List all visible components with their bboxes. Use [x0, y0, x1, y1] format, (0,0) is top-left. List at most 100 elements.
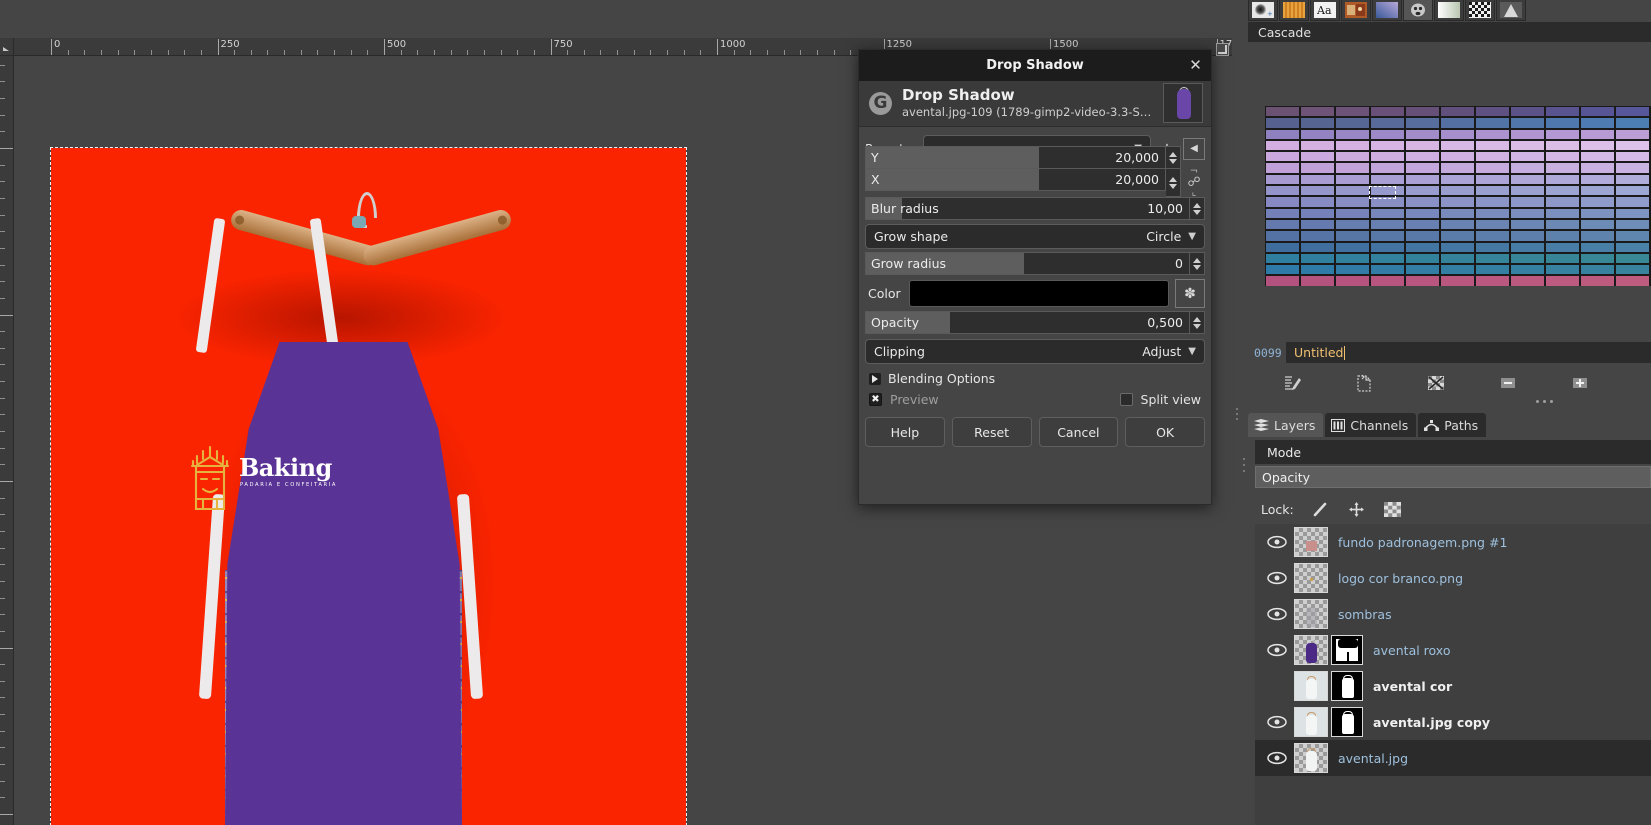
palette-color-cell[interactable]	[1510, 117, 1545, 129]
palette-color-cell[interactable]	[1300, 117, 1335, 129]
palette-color-cell[interactable]	[1475, 230, 1510, 242]
split-view-checkbox[interactable]	[1119, 393, 1133, 406]
palette-color-cell[interactable]	[1615, 196, 1650, 208]
blending-options-expander[interactable]: Blending Options	[865, 367, 1205, 388]
palette-color-cell[interactable]	[1440, 264, 1475, 276]
palette-panel[interactable]	[1248, 44, 1651, 338]
xy-chain-link[interactable]: ¬ ☍ ⌞	[1183, 167, 1205, 198]
tab-layers[interactable]: Layers	[1248, 413, 1324, 437]
palette-color-cell[interactable]	[1440, 252, 1475, 265]
palette-color-cell[interactable]	[1335, 218, 1370, 231]
palette-color-cell[interactable]	[1475, 218, 1510, 231]
layer-visibility-eye-icon[interactable]	[1260, 751, 1294, 765]
eyedropper-icon[interactable]: ✽	[1175, 279, 1205, 308]
palette-color-cell[interactable]	[1510, 241, 1545, 253]
palette-color-cell[interactable]	[1335, 128, 1370, 140]
x-slider[interactable]: X 20,000	[865, 168, 1166, 191]
palette-color-cell[interactable]	[1475, 275, 1510, 286]
palette-color-cell[interactable]	[1510, 139, 1545, 152]
palette-color-cell[interactable]	[1545, 162, 1580, 174]
palette-color-cell[interactable]	[1370, 275, 1405, 286]
palette-color-cell[interactable]	[1370, 241, 1405, 253]
palette-color-cell[interactable]	[1615, 185, 1650, 197]
layer-visibility-eye-icon[interactable]	[1260, 535, 1294, 549]
palette-color-grid[interactable]	[1265, 106, 1651, 286]
palette-color-cell[interactable]	[1265, 230, 1300, 242]
vertical-ruler[interactable]	[0, 56, 14, 825]
palette-color-cell[interactable]	[1265, 106, 1300, 118]
move-cross-icon[interactable]	[1348, 500, 1366, 518]
brushes-tab[interactable]: +	[1248, 0, 1278, 21]
palette-color-cell[interactable]	[1475, 151, 1510, 163]
palette-color-cell[interactable]	[1475, 252, 1510, 265]
palette-color-cell[interactable]	[1545, 117, 1580, 129]
tab-paths[interactable]: Paths	[1418, 413, 1487, 437]
brush-stroke-icon[interactable]	[1312, 500, 1330, 518]
palette-color-cell[interactable]	[1335, 252, 1370, 265]
palette-color-cell[interactable]	[1580, 241, 1615, 253]
layer-row[interactable]: logo cor branco.png	[1255, 560, 1651, 596]
palette-color-cell[interactable]	[1370, 252, 1405, 265]
palette-color-cell[interactable]	[1405, 117, 1440, 129]
palette-color-cell[interactable]	[1265, 196, 1300, 208]
palette-color-cell[interactable]	[1440, 106, 1475, 118]
palette-color-cell[interactable]	[1405, 173, 1440, 186]
palette-color-cell[interactable]	[1510, 173, 1545, 186]
palette-color-cell[interactable]	[1510, 128, 1545, 140]
palette-color-cell[interactable]	[1545, 151, 1580, 163]
palette-color-cell[interactable]	[1615, 106, 1650, 118]
preset-menu-icon[interactable]: ◀	[1183, 137, 1205, 160]
palette-color-cell[interactable]	[1370, 264, 1405, 276]
blend-mode-row[interactable]: Mode	[1255, 440, 1651, 464]
layer-list[interactable]: fundo padronagem.png #1 logo cor branco.p…	[1255, 524, 1651, 825]
palette-color-cell[interactable]	[1405, 207, 1440, 219]
palette-color-cell[interactable]	[1265, 207, 1300, 219]
palette-color-cell[interactable]	[1440, 218, 1475, 231]
palette-color-cell[interactable]	[1370, 139, 1405, 152]
palette-color-cell[interactable]	[1440, 185, 1475, 197]
palette-color-cell[interactable]	[1440, 139, 1475, 152]
gradient-editor-tab[interactable]	[1434, 0, 1464, 21]
palette-color-cell[interactable]	[1300, 241, 1335, 253]
palette-color-cell[interactable]	[1580, 185, 1615, 197]
image-list-row[interactable]: 0099 Untitled	[1248, 342, 1651, 363]
palette-color-cell[interactable]	[1615, 173, 1650, 186]
layer-mask-thumbnail[interactable]	[1331, 671, 1363, 701]
dialog-titlebar[interactable]: Drop Shadow ✕	[859, 50, 1211, 81]
palette-color-cell[interactable]	[1440, 173, 1475, 186]
palette-color-cell[interactable]	[1405, 264, 1440, 276]
palette-color-cell[interactable]	[1335, 117, 1370, 129]
palette-color-cell[interactable]	[1370, 207, 1405, 219]
palette-color-cell[interactable]	[1475, 264, 1510, 276]
palette-color-cell[interactable]	[1370, 185, 1405, 197]
palette-color-cell[interactable]	[1335, 162, 1370, 174]
palette-color-cell[interactable]	[1510, 252, 1545, 265]
palette-color-cell[interactable]	[1370, 173, 1405, 186]
palette-color-cell[interactable]	[1545, 173, 1580, 186]
grow-shape-combobox[interactable]: Grow shape Circle ▼	[865, 224, 1205, 249]
palette-color-cell[interactable]	[1580, 275, 1615, 286]
palette-color-cell[interactable]	[1615, 139, 1650, 152]
dock-menu-icon[interactable]	[1536, 400, 1553, 403]
palette-color-cell[interactable]	[1580, 151, 1615, 163]
palette-color-cell[interactable]	[1405, 241, 1440, 253]
layer-row[interactable]: sombras	[1255, 596, 1651, 632]
palette-color-cell[interactable]	[1615, 264, 1650, 276]
palette-color-cell[interactable]	[1300, 128, 1335, 140]
grow-radius-slider[interactable]: Grow radius 0	[865, 252, 1190, 275]
layer-row[interactable]: avental.jpg	[1255, 740, 1651, 776]
layer-row[interactable]: avental roxo	[1255, 632, 1651, 668]
palette-color-cell[interactable]	[1335, 275, 1370, 286]
palette-color-cell[interactable]	[1265, 185, 1300, 197]
plus-box-icon[interactable]	[1544, 369, 1616, 397]
palette-color-cell[interactable]	[1405, 151, 1440, 163]
palette-color-cell[interactable]	[1510, 264, 1545, 276]
palette-color-cell[interactable]	[1335, 196, 1370, 208]
layer-thumbnail[interactable]	[1294, 563, 1328, 593]
palette-color-cell[interactable]	[1615, 151, 1650, 163]
x-spinner[interactable]	[1166, 168, 1181, 197]
palette-color-cell[interactable]	[1370, 196, 1405, 208]
palette-color-cell[interactable]	[1405, 185, 1440, 197]
palette-color-cell[interactable]	[1440, 207, 1475, 219]
layer-visibility-eye-icon[interactable]	[1260, 607, 1294, 621]
